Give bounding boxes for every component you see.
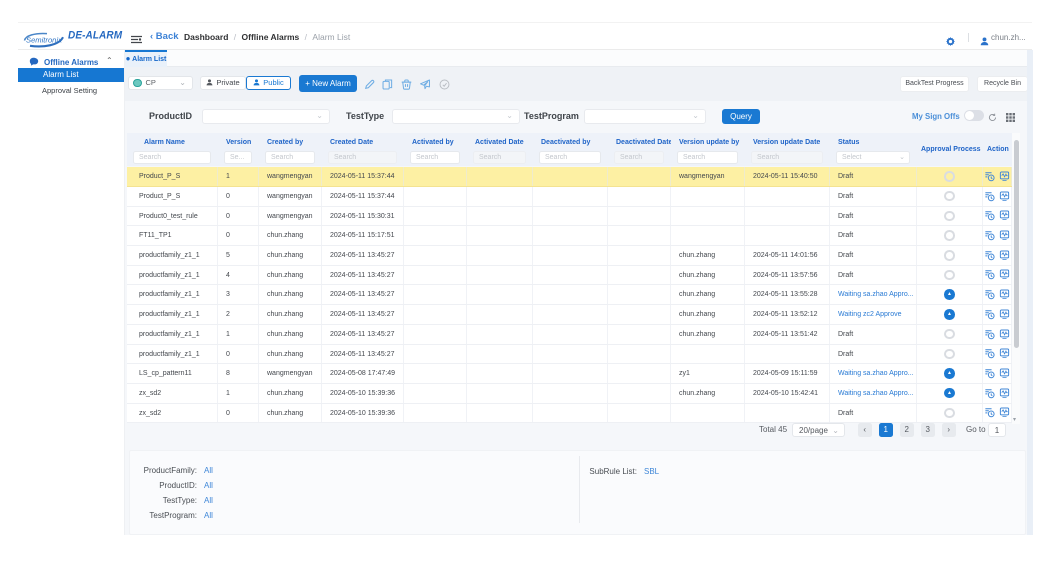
svg-text:Semitronix: Semitronix (26, 36, 63, 45)
